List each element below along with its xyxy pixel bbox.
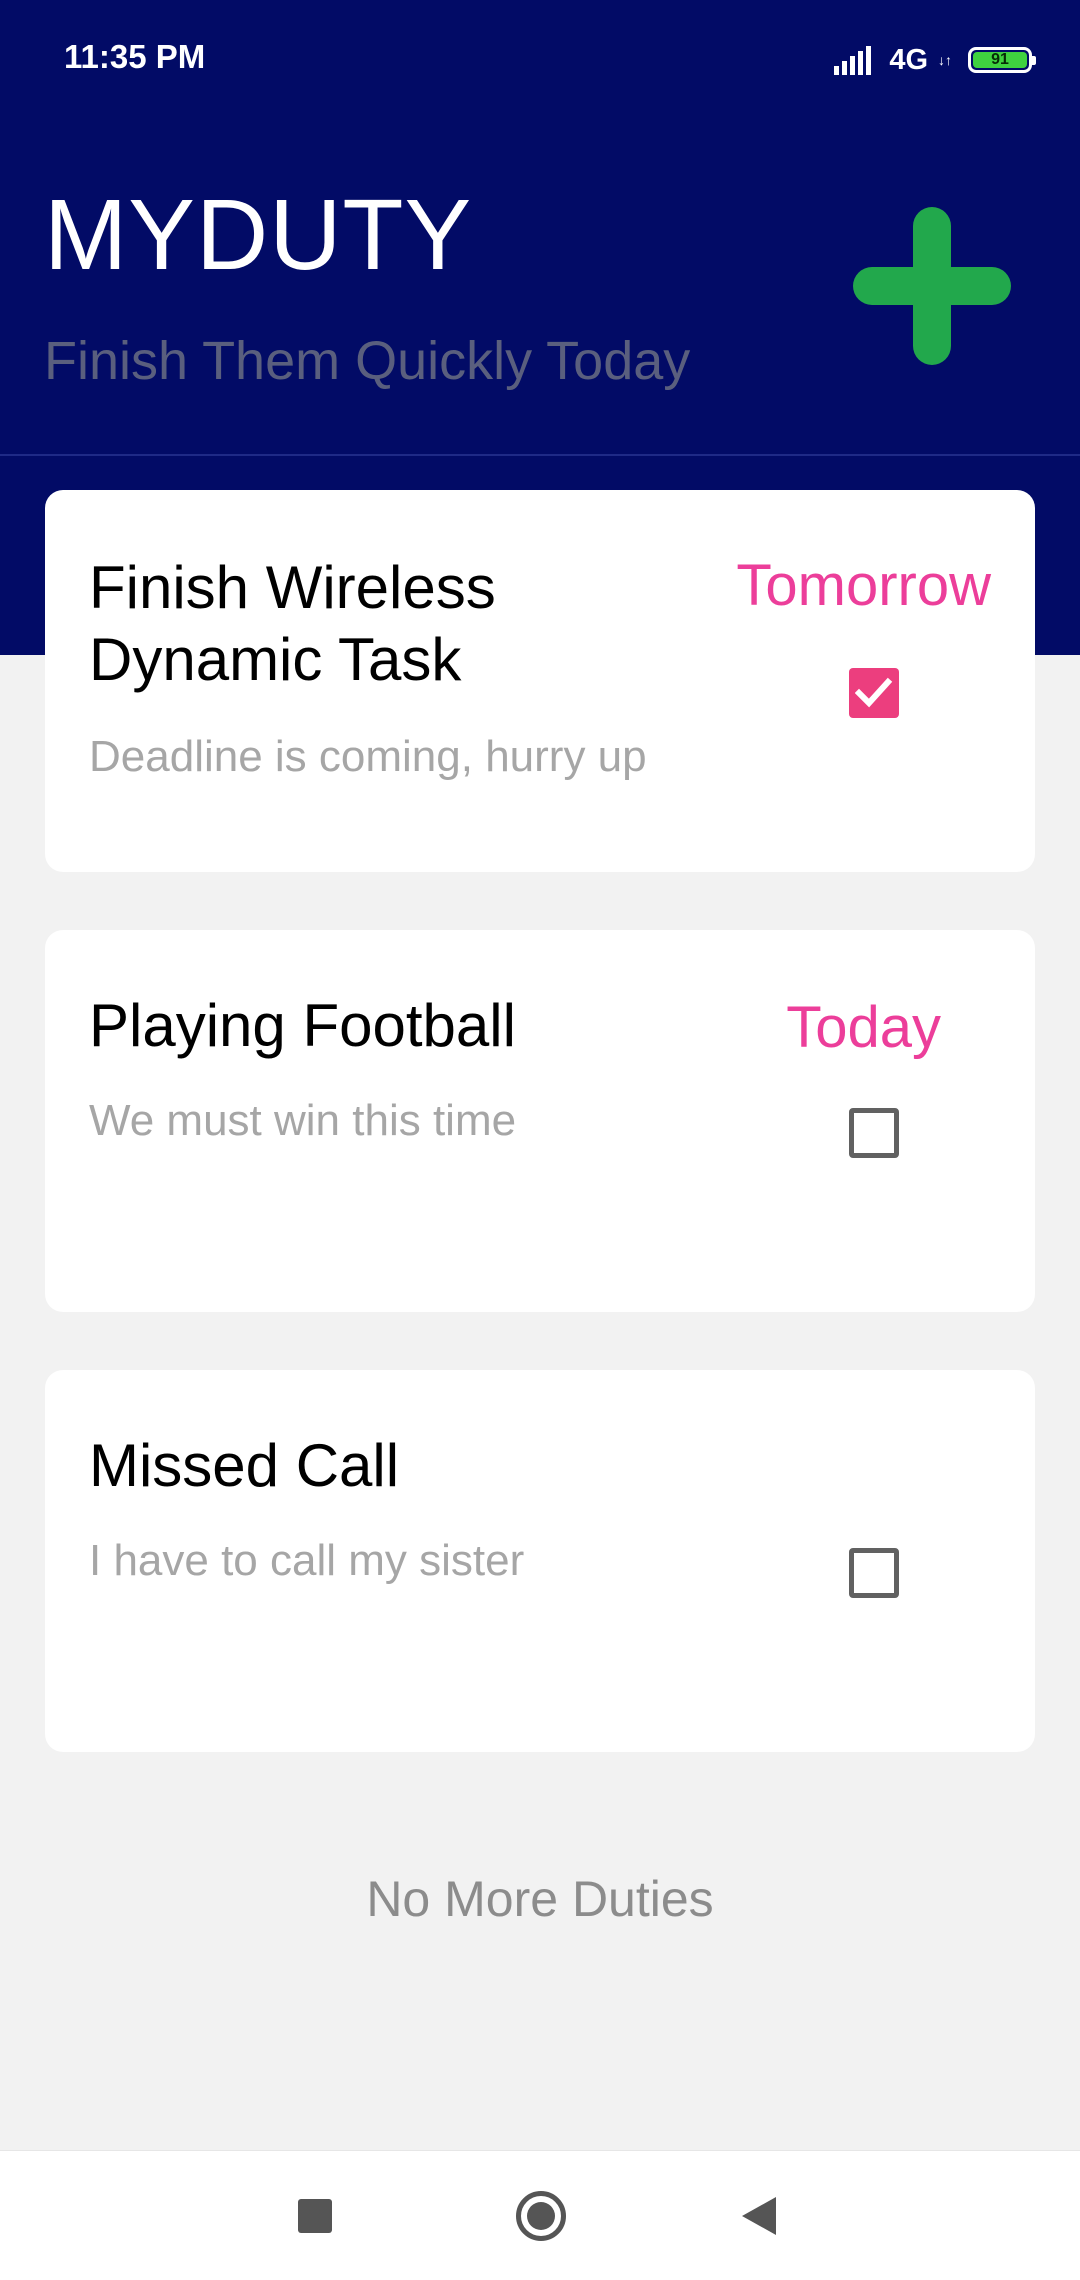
duty-card[interactable]: Playing Football We must win this time T… [45,930,1035,1312]
app-subtitle: Finish Them Quickly Today [44,331,691,391]
navigation-bar [0,2150,1080,2280]
home-icon[interactable] [516,2191,566,2241]
screen: 11:35 PM 4G ↓↑ 91 MYDUTY Finish Them Qui… [0,0,1080,2280]
duty-card[interactable]: Finish Wireless Dynamic Task Deadline is… [45,490,1035,872]
duty-title: Missed Call [89,1432,400,1499]
back-icon[interactable] [742,2197,776,2235]
duty-description: I have to call my sister [89,1536,525,1585]
duty-card[interactable]: Missed Call I have to call my sister [45,1370,1035,1752]
duty-date: Tomorrow [736,553,991,618]
signal-icon [834,45,872,75]
check-icon [855,677,893,708]
duty-description: We must win this time [89,1096,517,1145]
battery-icon: 91 [968,47,1036,73]
network-type: 4G [889,43,928,76]
header-divider [0,454,1080,456]
battery-level: 91 [973,51,1027,68]
empty-state-text: No More Duties [366,1871,714,1927]
recents-icon[interactable] [298,2199,332,2233]
duty-checkbox[interactable] [849,668,899,718]
network-activity-icon: ↓↑ [938,52,952,68]
status-icons: 4G ↓↑ 91 [834,40,1036,80]
app-title: MYDUTY [44,179,473,291]
duty-title: Playing Football [89,992,516,1059]
duty-checkbox[interactable] [849,1548,899,1598]
plus-icon [853,207,1011,365]
duty-date: Today [786,995,941,1060]
duty-checkbox[interactable] [849,1108,899,1158]
duty-title: Finish Wireless Dynamic Task [89,554,496,693]
status-time: 11:35 PM [64,38,206,75]
duty-description: Deadline is coming, hurry up [89,732,647,781]
add-duty-button[interactable] [852,206,1012,366]
